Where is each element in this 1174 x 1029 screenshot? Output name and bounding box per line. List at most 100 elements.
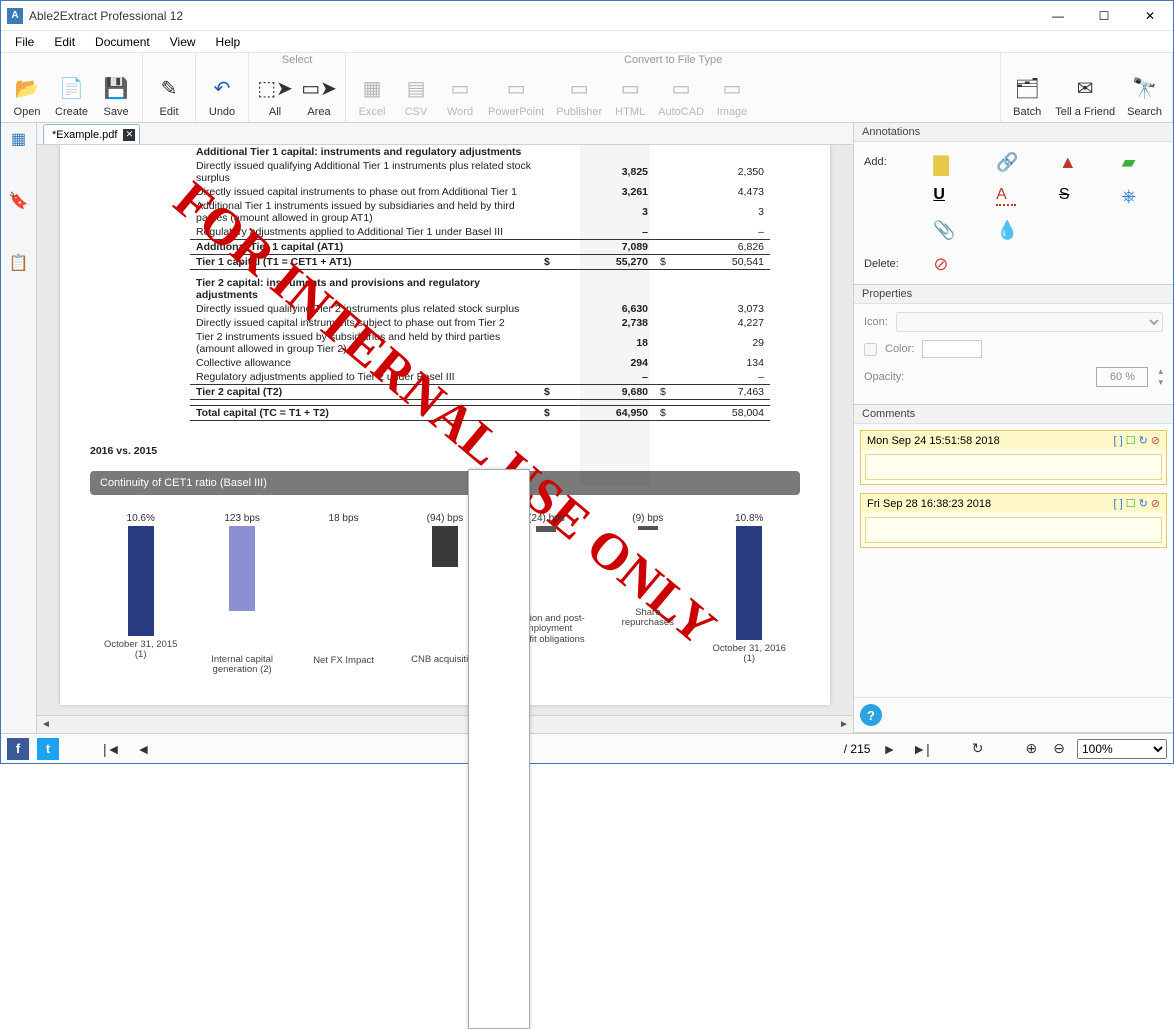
mail-icon: ✉ [1071, 74, 1099, 102]
comment-delete-icon[interactable]: ⊘ [1151, 497, 1160, 510]
facebook-button[interactable]: f [7, 738, 29, 760]
menu-document[interactable]: Document [85, 33, 160, 51]
tab-label: *Example.pdf [52, 129, 117, 141]
right-pane: Annotations Add: ▇ 🔗 ▲ ▰ U A S ⎈ 📎 💧 [853, 123, 1173, 733]
convert-autocad-button: ▭AutoCAD [652, 72, 710, 120]
comment-item[interactable]: Mon Sep 24 15:51:58 2018 [ ] ☐ ↻ ⊘ [860, 430, 1167, 485]
underline-button[interactable]: U [912, 184, 975, 208]
search-button[interactable]: 🔭Search [1121, 72, 1168, 120]
comment-text-input[interactable] [865, 517, 1162, 543]
comments-panel-header: Comments [854, 405, 1173, 424]
publisher-icon: ▭ [565, 74, 593, 102]
convert-publisher-button: ▭Publisher [550, 72, 608, 120]
comment-reply-icon[interactable]: ☐ [1126, 434, 1136, 447]
thumbnails-button[interactable]: ▦ [5, 127, 33, 151]
scroll-right-icon[interactable]: ► [835, 719, 853, 730]
maximize-button[interactable]: ☐ [1081, 1, 1127, 31]
delete-annotation-button[interactable]: ⊘ [912, 252, 975, 276]
zoom-select[interactable]: 100% [1077, 739, 1167, 759]
undo-icon: ↶ [208, 74, 236, 102]
facebook-icon: f [16, 741, 20, 756]
word-icon: ▭ [446, 74, 474, 102]
left-sidebar: ▦ 🔖 📋 [1, 123, 37, 733]
underline-icon: U [933, 186, 953, 206]
opacity-prop-label: Opacity: [864, 371, 904, 383]
scroll-left-icon[interactable]: ◄ [37, 719, 55, 730]
comment-delete-icon[interactable]: ⊘ [1151, 434, 1160, 447]
pencil-icon: ✎ [155, 74, 183, 102]
edit-button[interactable]: ✎Edit [147, 72, 191, 120]
app-title: Able2Extract Professional 12 [29, 9, 183, 23]
menu-help[interactable]: Help [206, 33, 251, 51]
no-entry-icon: ⊘ [933, 254, 953, 274]
save-button[interactable]: 💾Save [94, 72, 138, 120]
twitter-button[interactable]: t [37, 738, 59, 760]
minimize-button[interactable]: — [1035, 1, 1081, 31]
horizontal-scrollbar[interactable]: ◄ ► [37, 715, 853, 733]
undo-button[interactable]: ↶Undo [200, 72, 244, 120]
icon-select[interactable] [896, 312, 1163, 332]
squiggly-button[interactable]: A [975, 184, 1038, 208]
comment-text-input[interactable] [865, 454, 1162, 480]
convert-excel-button: ▦Excel [350, 72, 394, 120]
select-group-label: Select [253, 53, 341, 69]
strikeout-button[interactable]: S [1038, 184, 1101, 208]
help-button[interactable]: ? [860, 704, 882, 726]
zoom-in-button[interactable]: ⊕ [1022, 740, 1042, 757]
close-button[interactable]: ✕ [1127, 1, 1173, 31]
strikeout-icon: S [1059, 186, 1079, 206]
page-number-input[interactable] [468, 469, 530, 1029]
comment-collapse-icon[interactable]: [ ] [1114, 498, 1123, 510]
app-icon: A [7, 8, 23, 24]
tab-close-button[interactable]: ✕ [123, 129, 135, 141]
create-button[interactable]: 📄Create [49, 72, 94, 120]
comment-collapse-icon[interactable]: [ ] [1114, 435, 1123, 447]
highlight-button[interactable]: ▰ [1100, 150, 1163, 174]
caret-icon: ⎈ [1122, 186, 1142, 206]
clipboard-icon: 📋 [9, 253, 29, 273]
open-button[interactable]: 📂Open [5, 72, 49, 120]
opacity-spinner[interactable]: ▴▾ [1158, 366, 1163, 388]
rotate-button[interactable]: ↻ [968, 740, 988, 757]
comment-item[interactable]: Fri Sep 28 16:38:23 2018 [ ] ☐ ↻ ⊘ [860, 493, 1167, 548]
html-icon: ▭ [616, 74, 644, 102]
color-prop-label: Color: [885, 343, 914, 355]
caret-button[interactable]: ⎈ [1100, 184, 1163, 208]
prev-page-button[interactable]: ◄ [133, 741, 155, 757]
water-icon: 💧 [996, 220, 1016, 240]
menu-view[interactable]: View [160, 33, 206, 51]
stamp-button[interactable]: ▲ [1038, 150, 1101, 174]
convert-ppt-button: ▭PowerPoint [482, 72, 550, 120]
color-swatch[interactable] [922, 340, 982, 358]
add-label: Add: [864, 156, 912, 168]
comment-refresh-icon[interactable]: ↻ [1139, 497, 1148, 510]
save-icon: 💾 [102, 74, 130, 102]
waterfall-chart: 10.6%October 31, 2015 (1) 123 bpsInterna… [90, 495, 800, 685]
comment-reply-icon[interactable]: ☐ [1126, 497, 1136, 510]
next-page-button[interactable]: ► [878, 741, 900, 757]
clipboard-button[interactable]: 📋 [5, 251, 33, 275]
tell-friend-button[interactable]: ✉Tell a Friend [1049, 72, 1121, 120]
document-area[interactable]: FOR INTERNAL USE ONLY Additional Tier 1 … [37, 145, 853, 715]
first-page-button[interactable]: |◄ [99, 741, 125, 757]
batch-icon: 🗂 [1013, 74, 1041, 102]
last-page-button[interactable]: ►| [908, 741, 934, 757]
title-bar: A Able2Extract Professional 12 — ☐ ✕ [1, 1, 1173, 31]
watermark-button[interactable]: 💧 [975, 218, 1038, 242]
menu-file[interactable]: File [5, 33, 44, 51]
opacity-value[interactable]: 60 % [1096, 367, 1148, 387]
select-all-button[interactable]: ⬚➤All [253, 72, 297, 120]
sticky-note-button[interactable]: ▇ [912, 150, 975, 174]
attachment-button[interactable]: 📎 [912, 218, 975, 242]
select-area-button[interactable]: ▭➤Area [297, 72, 341, 120]
document-tab[interactable]: *Example.pdf ✕ [43, 124, 140, 144]
zoom-out-button[interactable]: ⊖ [1049, 740, 1069, 757]
bookmarks-button[interactable]: 🔖 [5, 189, 33, 213]
batch-button[interactable]: 🗂Batch [1005, 72, 1049, 120]
menu-edit[interactable]: Edit [44, 33, 85, 51]
link-button[interactable]: 🔗 [975, 150, 1038, 174]
comment-refresh-icon[interactable]: ↻ [1139, 434, 1148, 447]
delete-label: Delete: [864, 258, 912, 270]
folder-open-icon: 📂 [13, 74, 41, 102]
zoom-in-icon: ⊕ [1026, 740, 1038, 756]
